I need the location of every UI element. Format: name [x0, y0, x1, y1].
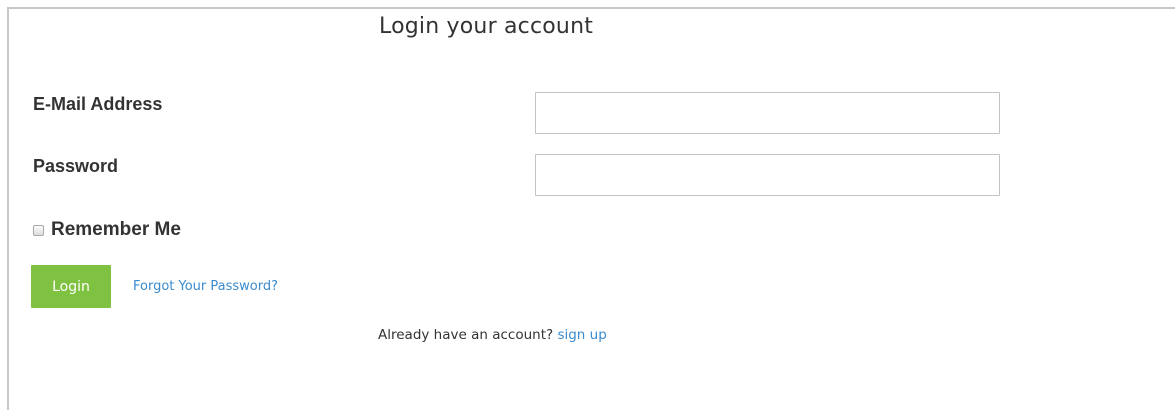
forgot-password-link[interactable]: Forgot Your Password?	[133, 279, 278, 294]
login-button[interactable]: Login	[31, 265, 111, 308]
password-field[interactable]	[535, 154, 1000, 196]
signup-prompt-text: Already have an account?	[378, 327, 554, 343]
email-field[interactable]	[535, 92, 1000, 134]
email-label: E-Mail Address	[33, 94, 163, 114]
login-panel	[7, 7, 1175, 410]
remember-me-checkbox[interactable]	[33, 224, 44, 236]
remember-me-label[interactable]: Remember Me	[51, 219, 181, 241]
password-label: Password	[33, 156, 119, 176]
signup-prompt: Already have an account? sign up	[378, 327, 607, 343]
sign-up-link[interactable]: sign up	[557, 327, 606, 343]
remember-me-row: Remember Me	[33, 219, 181, 241]
page-title: Login your account	[379, 14, 594, 39]
